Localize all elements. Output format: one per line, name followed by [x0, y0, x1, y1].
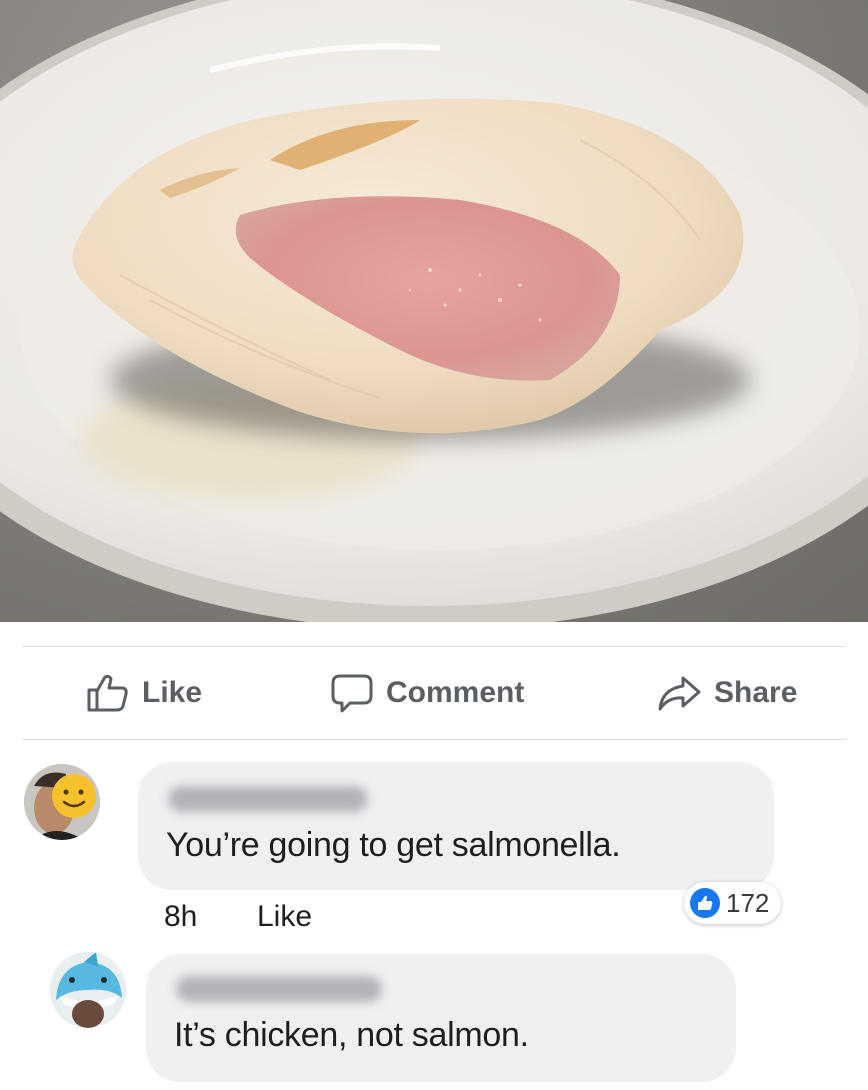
commenter-avatar[interactable] — [24, 764, 100, 840]
commenter-avatar[interactable] — [50, 952, 126, 1028]
divider — [22, 739, 846, 740]
share-arrow-icon — [658, 676, 701, 711]
thumbs-up-outline-icon — [87, 674, 128, 712]
post-footer: Like Comment Share You’re going to get s… — [0, 622, 868, 1090]
like-button[interactable]: Like — [86, 668, 202, 718]
like-button-label: Like — [142, 676, 203, 709]
comment-timestamp: 8h — [164, 900, 198, 933]
smiley-face-icon — [24, 764, 100, 840]
speech-bubble-icon — [331, 674, 373, 713]
shark-hat-avatar-icon — [50, 952, 126, 1028]
post-photo — [0, 0, 868, 622]
reaction-count-badge[interactable]: 172 — [684, 882, 782, 924]
divider — [22, 646, 846, 647]
chicken-on-plate-illustration — [0, 0, 868, 622]
reaction-count: 172 — [726, 887, 770, 918]
comment-button[interactable]: Comment — [330, 668, 524, 718]
comment-bubble: You’re going to get salmonella. — [138, 762, 774, 890]
comment-text: It’s chicken, not salmon. — [174, 1016, 529, 1054]
thumbs-up-filled-icon — [690, 888, 720, 918]
share-button-label: Share — [714, 676, 798, 709]
commenter-name-blurred[interactable] — [168, 786, 368, 812]
share-button[interactable]: Share — [656, 668, 797, 718]
comment-text: You’re going to get salmonella. — [166, 826, 621, 864]
commenter-name-blurred[interactable] — [176, 976, 382, 1002]
comment-like-button[interactable]: Like — [257, 900, 312, 934]
comment-bubble: It’s chicken, not salmon. — [146, 954, 736, 1082]
comment-button-label: Comment — [386, 676, 525, 709]
